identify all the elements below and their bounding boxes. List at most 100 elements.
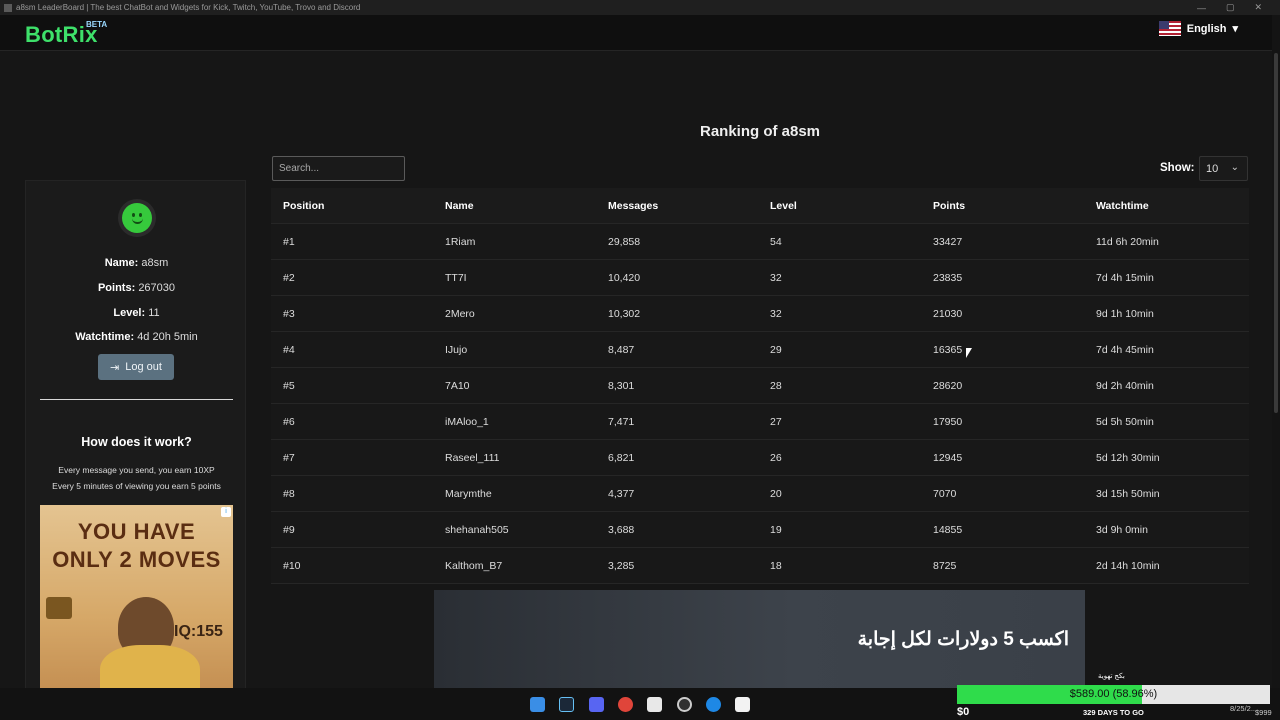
scrollbar-thumb[interactable] [1274,53,1278,413]
cell-points: 33427 [933,235,963,248]
cell-points: 8725 [933,559,957,572]
how-it-works-title: How does it work? [81,435,192,449]
cell-position: #3 [283,307,295,320]
goal-amount: $999 [1255,708,1272,717]
window-titlebar: a8sm LeaderBoard | The best ChatBot and … [0,0,1280,15]
cell-points: 14855 [933,523,963,536]
profile-points: Points: 267030 [97,282,176,294]
page-title: Ranking of a8sm [699,123,821,140]
goal-progress-bar: $589.00 (58.96%) [957,685,1270,704]
close-icon[interactable]: ✕ [1254,2,1262,13]
logout-label: Log out [125,361,162,373]
cell-position: #4 [283,343,295,356]
logout-icon: ⇥ [110,361,120,374]
header-points[interactable]: Points [933,200,965,212]
minimize-icon[interactable]: — [1197,3,1206,13]
chevron-down-icon: ▾ [1232,23,1238,35]
profile-name: Name: a8sm [104,257,169,269]
goal-days: 329 DAYS TO GO [1083,708,1144,717]
ad-badge-icon [46,597,72,619]
table-row: #4 IJujo 8,487 29 16365 7d 4h 45min [271,332,1249,368]
ad-info-icon[interactable]: i [221,507,231,517]
capcut-icon[interactable] [735,697,750,712]
show-count-value: 10 [1206,162,1219,175]
cell-level: 27 [770,415,782,428]
discord-icon[interactable] [589,697,604,712]
how-line-viewing: Every 5 minutes of viewing you earn 5 po… [52,481,221,491]
cell-name: iMAloo_1 [445,415,489,428]
table-row: #9 shehanah505 3,688 19 14855 3d 9h 0min [271,512,1249,548]
ad-treasure-image [100,645,200,691]
cell-messages: 7,471 [608,415,635,428]
windows-start-icon[interactable] [530,697,545,712]
cell-watchtime: 7d 4h 15min [1096,271,1154,284]
cell-watchtime: 5d 12h 30min [1096,451,1160,464]
divider [40,399,233,400]
cell-points: 17950 [933,415,963,428]
cell-points: 21030 [933,307,963,320]
cell-position: #1 [283,235,295,248]
language-selector[interactable]: English ▾ [1158,21,1238,36]
cell-level: 20 [770,487,782,500]
cell-name: shehanah505 [445,523,509,536]
tab-favicon-icon [4,3,12,12]
video-ad[interactable]: اكسب 5 دولارات لكل إجابة [434,590,1085,688]
cell-messages: 8,301 [608,379,635,392]
cell-name: 1Riam [445,235,476,248]
app-icon[interactable] [647,697,662,712]
cell-position: #2 [283,271,295,284]
cell-points: 7070 [933,487,957,500]
window-title: a8sm LeaderBoard | The best ChatBot and … [16,3,361,12]
cell-name: Kalthom_B7 [445,559,503,572]
cell-position: #10 [283,559,301,572]
header-messages[interactable]: Messages [608,200,658,212]
edge-icon[interactable] [706,697,721,712]
header-watchtime[interactable]: Watchtime [1096,200,1149,212]
cell-watchtime: 9d 1h 10min [1096,307,1154,320]
profile-level: Level: 11 [113,307,160,319]
cell-position: #6 [283,415,295,428]
video-ad-text: اكسب 5 دولارات لكل إجابة [857,629,1069,650]
how-line-messages: Every message you send, you earn 10XP [58,465,215,475]
cell-messages: 8,487 [608,343,635,356]
cell-level: 29 [770,343,782,356]
cell-name: TT7I [445,271,467,284]
cell-level: 28 [770,379,782,392]
cell-watchtime: 5d 5h 50min [1096,415,1154,428]
steam-icon[interactable] [559,697,574,712]
show-count-select[interactable]: 10 ⌄ [1199,156,1248,181]
profile-sidebar: Name: a8sm Points: 267030 Level: 11 Watc… [25,180,246,691]
chevron-down-icon: ⌄ [1230,162,1239,173]
cell-level: 32 [770,271,782,284]
cell-messages: 6,821 [608,451,635,464]
window-controls: — ▢ ✕ [1197,0,1262,15]
page-scrollbar[interactable] [1272,15,1280,688]
table-row: #3 2Mero 10,302 32 21030 9d 1h 10min [271,296,1249,332]
header-position[interactable]: Position [283,200,324,212]
chrome-icon[interactable] [618,697,633,712]
header-level[interactable]: Level [770,200,797,212]
ad-headline-1: YOU HAVE [77,519,196,544]
show-label: Show: [1160,162,1195,174]
sidebar-ad[interactable]: i YOU HAVE ONLY 2 MOVES IQ:155 [40,505,233,691]
cell-level: 26 [770,451,782,464]
cell-points: 28620 [933,379,963,392]
search-input[interactable] [272,156,405,181]
cell-messages: 29,858 [608,235,641,248]
goal-label: بكج تهوية [1098,673,1125,680]
cell-position: #5 [283,379,295,392]
cell-level: 18 [770,559,782,572]
cell-level: 32 [770,307,782,320]
cell-points: 23835 [933,271,963,284]
table-row: #8 Marymthe 4,377 20 7070 3d 15h 50min [271,476,1249,512]
logout-button[interactable]: ⇥ Log out [98,354,174,380]
header-name[interactable]: Name [445,200,474,212]
table-row: #6 iMAloo_1 7,471 27 17950 5d 5h 50min [271,404,1249,440]
profile-watchtime: Watchtime: 4d 20h 5min [75,331,198,343]
language-label: English [1186,22,1227,35]
obs-icon[interactable] [677,697,692,712]
cell-messages: 3,688 [608,523,635,536]
table-row: #5 7A10 8,301 28 28620 9d 2h 40min [271,368,1249,404]
maximize-icon[interactable]: ▢ [1226,2,1235,13]
table-row: #7 Raseel_111 6,821 26 12945 5d 12h 30mi… [271,440,1249,476]
